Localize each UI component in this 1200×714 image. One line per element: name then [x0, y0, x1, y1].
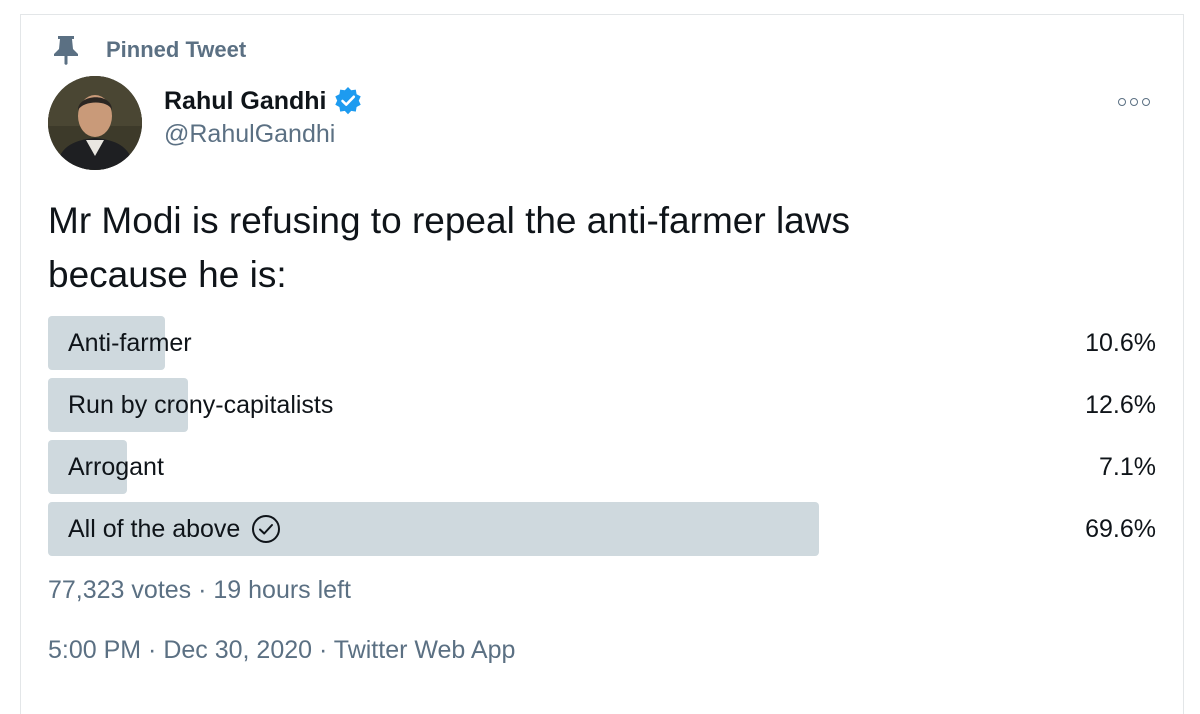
more-options-icon[interactable]	[1118, 92, 1158, 112]
poll-option-percent: 12.6%	[1085, 390, 1156, 419]
dot	[1142, 98, 1150, 106]
author-name-row[interactable]: Rahul Gandhi	[164, 86, 363, 116]
check-circle-icon	[252, 515, 281, 543]
poll-option-label: Run by crony-capitalists	[68, 390, 334, 419]
poll-option-label-row: All of the above	[68, 502, 282, 556]
author-handle[interactable]: @RahulGandhi	[164, 120, 335, 149]
poll-option: Anti-farmer 10.6%	[48, 316, 1156, 370]
poll-option: Arrogant 7.1%	[48, 440, 1156, 494]
poll-option: Run by crony-capitalists 12.6%	[48, 378, 1156, 432]
poll-summary: 77,323 votes · 19 hours left	[48, 576, 351, 604]
poll: Anti-farmer 10.6% Run by crony-capitalis…	[48, 316, 1156, 564]
poll-option-percent: 69.6%	[1085, 514, 1156, 543]
dot	[1130, 98, 1138, 106]
poll-option-label: All of the above	[68, 514, 241, 543]
poll-option-percent: 10.6%	[1085, 328, 1156, 357]
poll-option-label: Arrogant	[68, 452, 164, 481]
author-name[interactable]: Rahul Gandhi	[164, 87, 327, 116]
dot	[1118, 98, 1126, 106]
poll-option-percent: 7.1%	[1099, 452, 1156, 481]
verified-badge-icon	[334, 87, 361, 115]
tweet-text: Mr Modi is refusing to repeal the anti-f…	[48, 194, 1048, 302]
avatar[interactable]	[48, 76, 142, 170]
pin-icon	[52, 34, 80, 66]
pinned-label: Pinned Tweet	[106, 37, 247, 62]
tweet-timestamp[interactable]: 5:00 PM · Dec 30, 2020 · Twitter Web App	[48, 636, 515, 665]
poll-option-label: Anti-farmer	[68, 328, 192, 357]
poll-option-selected: All of the above 69.6%	[48, 502, 1156, 556]
tweet-text-line: Mr Modi is refusing to repeal the anti-f…	[48, 200, 850, 241]
tweet-text-line: because he is:	[48, 254, 287, 295]
pinned-indicator: Pinned Tweet	[52, 34, 246, 66]
